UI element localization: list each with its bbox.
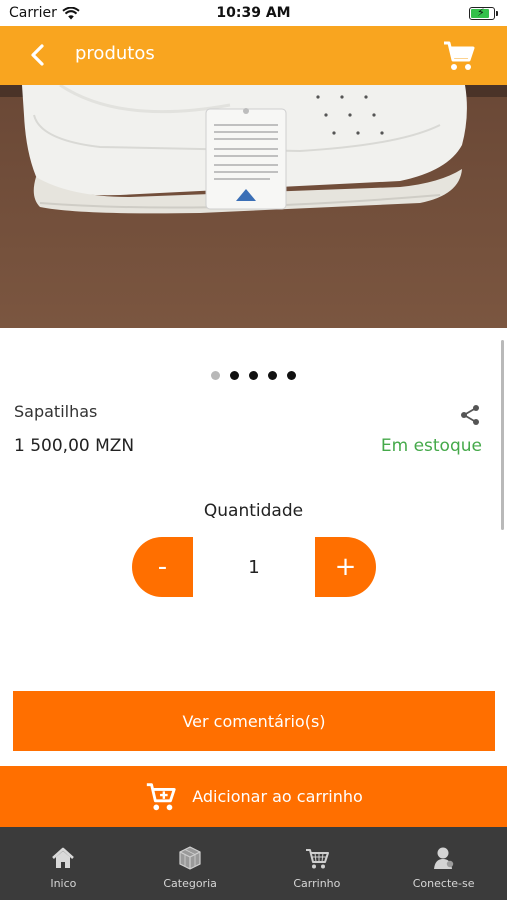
view-reviews-label: Ver comentário(s) bbox=[182, 711, 326, 731]
add-to-cart-button[interactable]: Adicionar ao carrinho bbox=[0, 766, 507, 827]
cube-icon bbox=[179, 846, 201, 870]
tab-login-label: Conecte-se bbox=[412, 877, 475, 890]
product-image[interactable] bbox=[0, 85, 507, 328]
quantity-label: Quantidade bbox=[203, 501, 304, 521]
tab-home-label: Inico bbox=[50, 877, 77, 890]
app-header: produtos bbox=[0, 26, 507, 85]
chevron-left-icon bbox=[31, 44, 44, 66]
header-cart-button[interactable] bbox=[441, 38, 477, 74]
tab-login[interactable]: Conecte-se bbox=[380, 827, 507, 900]
status-bar: Carrier 10:39 AM ⚡ bbox=[0, 0, 507, 26]
tab-bar: Inico Categoria Carrinho Conecte-se bbox=[0, 827, 507, 900]
tab-category[interactable]: Categoria bbox=[127, 827, 254, 900]
page-title: produtos bbox=[75, 43, 155, 64]
pager-dot[interactable] bbox=[211, 371, 220, 380]
add-to-cart-label: Adicionar ao carrinho bbox=[192, 787, 363, 806]
back-button[interactable] bbox=[26, 42, 52, 68]
status-time: 10:39 AM bbox=[216, 5, 291, 21]
quantity-increase-button[interactable]: + bbox=[315, 537, 376, 597]
pager-dot[interactable] bbox=[230, 371, 239, 380]
battery-icon: ⚡ bbox=[469, 6, 498, 20]
tab-category-label: Categoria bbox=[163, 877, 217, 890]
share-icon bbox=[461, 405, 479, 425]
tab-home[interactable]: Inico bbox=[0, 827, 127, 900]
product-price: 1 500,00 MZN bbox=[14, 436, 135, 456]
sneaker-image bbox=[0, 85, 507, 328]
stock-status: Em estoque bbox=[380, 436, 482, 456]
cart-icon bbox=[305, 849, 329, 869]
product-name: Sapatilhas bbox=[14, 402, 98, 421]
cart-icon bbox=[147, 782, 176, 810]
quantity-value: 1 bbox=[248, 556, 260, 578]
home-icon bbox=[52, 847, 75, 868]
cart-icon bbox=[444, 41, 475, 70]
pager-dot[interactable] bbox=[287, 371, 296, 380]
view-reviews-button[interactable]: Ver comentário(s) bbox=[13, 691, 495, 751]
pager-dot[interactable] bbox=[268, 371, 277, 380]
user-icon bbox=[433, 847, 453, 869]
quantity-decrease-button[interactable]: - bbox=[132, 537, 193, 597]
pager-dot[interactable] bbox=[249, 371, 258, 380]
tab-cart-label: Carrinho bbox=[293, 877, 341, 890]
share-button[interactable] bbox=[459, 404, 481, 426]
tab-cart[interactable]: Carrinho bbox=[254, 827, 381, 900]
image-pager-dots bbox=[0, 371, 507, 380]
